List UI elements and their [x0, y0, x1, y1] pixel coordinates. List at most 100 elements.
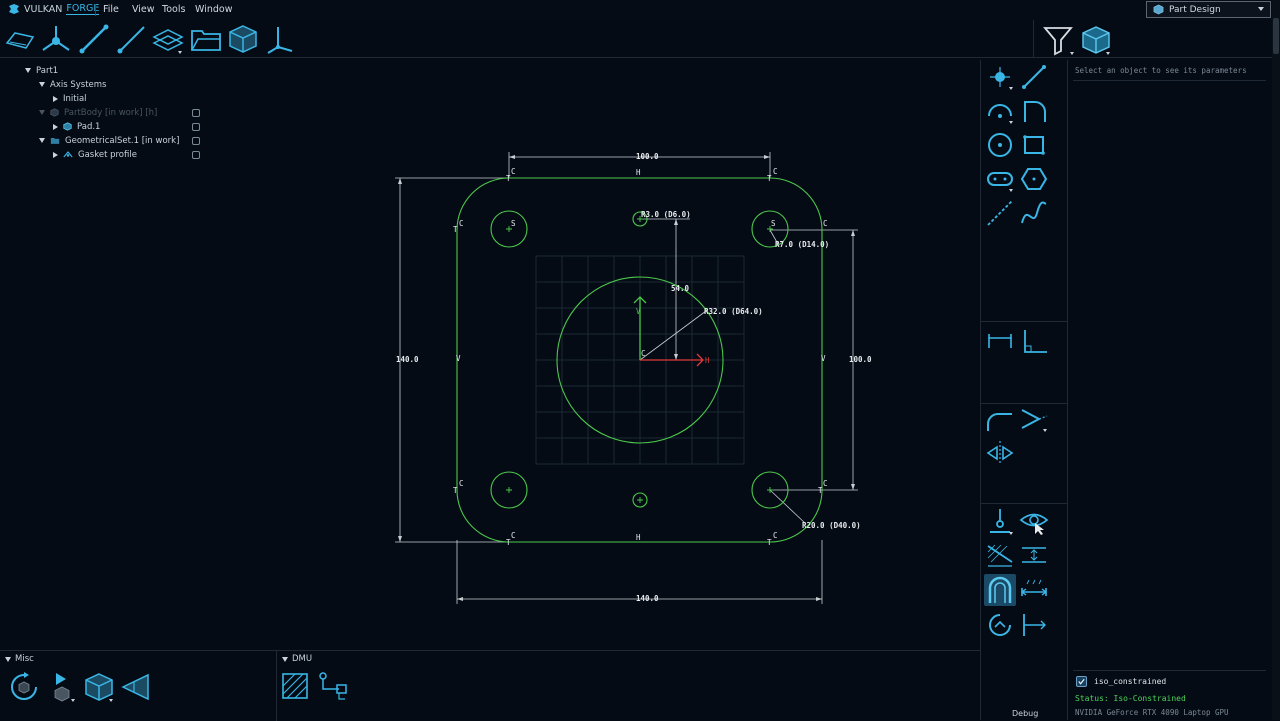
dim-right[interactable]: 100.0	[849, 355, 872, 364]
tree-item-axis-systems[interactable]: Axis Systems	[39, 78, 106, 91]
expand-icon[interactable]	[39, 138, 45, 143]
scrollbar-thumb[interactable]	[1273, 18, 1279, 54]
pad-icon	[63, 122, 72, 131]
collapse-icon[interactable]	[53, 95, 58, 102]
misc-header[interactable]: Misc	[5, 653, 34, 665]
visibility-checkbox[interactable]	[192, 137, 200, 145]
construction-line-icon[interactable]	[985, 198, 1015, 228]
mirror-icon[interactable]	[985, 438, 1015, 468]
dim-bottom[interactable]: 140.0	[636, 594, 659, 603]
plane-icon[interactable]	[152, 23, 184, 55]
parameters-panel: Select an object to see its parameters i…	[1068, 60, 1272, 720]
constraint-v: V	[821, 354, 826, 363]
visibility-checkbox[interactable]	[192, 109, 200, 117]
dimension-constraint-icon[interactable]	[985, 326, 1015, 356]
tree-item-pad[interactable]: Pad.1	[53, 120, 100, 133]
expand-icon[interactable]	[39, 110, 45, 115]
menu-window[interactable]: Window	[195, 4, 232, 15]
line-icon[interactable]	[1019, 62, 1049, 92]
menu-file[interactable]: File	[103, 4, 119, 15]
tree-item-initial[interactable]: Initial	[53, 92, 87, 105]
dim-top[interactable]: 100.0	[636, 152, 659, 161]
dim-left[interactable]: 140.0	[396, 355, 419, 364]
axis-system-icon[interactable]	[264, 23, 296, 55]
dmu-title: DMU	[292, 654, 313, 664]
rotate-icon[interactable]	[985, 610, 1015, 640]
constraint-c: C	[459, 479, 464, 488]
dim-vertical-offset[interactable]: 54.0	[671, 284, 690, 293]
solid-cube-icon[interactable]	[83, 671, 115, 703]
collapse-icon[interactable]	[53, 123, 58, 130]
arc-icon[interactable]	[985, 96, 1015, 126]
filter-icon[interactable]	[1042, 24, 1074, 56]
clash-check-icon[interactable]	[317, 671, 349, 703]
hatch-section-icon[interactable]	[280, 671, 312, 703]
collapse-icon[interactable]	[5, 656, 11, 662]
tree-item-geometrical-set[interactable]: GeometricalSet.1 [in work]	[39, 134, 179, 147]
constraint-c: C	[459, 219, 464, 228]
axis-v-label: V	[636, 307, 641, 316]
anchor-point-icon[interactable]	[985, 506, 1015, 536]
distance-icon[interactable]	[1019, 574, 1049, 604]
circle-icon[interactable]	[985, 130, 1015, 160]
polygon-icon[interactable]	[1019, 164, 1049, 194]
constraint-t: T	[818, 486, 823, 495]
corner-icon[interactable]	[1019, 96, 1049, 126]
menu-view[interactable]: View	[132, 4, 155, 15]
fillet-icon[interactable]	[985, 404, 1015, 434]
radius-center-hole[interactable]: R32.0 (D64.0)	[704, 307, 763, 316]
constraint-h: H	[636, 533, 641, 542]
update-icon[interactable]	[8, 671, 40, 703]
folder-icon[interactable]	[190, 23, 222, 55]
slope-icon[interactable]	[985, 540, 1015, 570]
spline-icon[interactable]	[1019, 198, 1049, 228]
tree-item-gasket[interactable]: Gasket profile	[53, 148, 137, 161]
simulate-icon[interactable]	[46, 671, 78, 703]
display-cube-icon[interactable]	[1080, 24, 1112, 56]
eye-icon[interactable]	[1019, 506, 1049, 536]
point-axis-icon[interactable]	[40, 23, 72, 55]
iso-constrained-checkbox[interactable]	[1076, 676, 1087, 687]
menu-tools[interactable]: Tools	[162, 4, 185, 15]
constraint-t: T	[453, 225, 458, 234]
constraint-c: C	[773, 531, 778, 540]
toolbar-divider	[1033, 20, 1034, 58]
dmu-header[interactable]: DMU	[282, 653, 312, 665]
point-icon[interactable]	[985, 62, 1015, 92]
line-icon[interactable]	[78, 23, 110, 55]
vertical-scrollbar[interactable]	[1272, 0, 1280, 720]
rectangle-icon[interactable]	[1019, 130, 1049, 160]
profile-u-icon[interactable]	[985, 575, 1015, 605]
visibility-checkbox[interactable]	[192, 151, 200, 159]
tree-label: Axis Systems	[50, 79, 107, 90]
dimension-lines	[395, 152, 858, 604]
slot-icon[interactable]	[985, 164, 1015, 194]
expand-icon[interactable]	[39, 82, 45, 87]
visibility-checkbox[interactable]	[192, 123, 200, 131]
radius-fillet[interactable]: R20.0 (D40.0)	[802, 521, 861, 530]
expand-icon[interactable]	[25, 68, 31, 73]
constraint-c: C	[823, 219, 828, 228]
trim-icon[interactable]	[1019, 404, 1049, 434]
divider	[1073, 670, 1266, 671]
extend-icon[interactable]	[1019, 610, 1049, 640]
radius-small-hole[interactable]: R3.0 (D6.0)	[641, 210, 691, 219]
tree-item-part[interactable]: Part1	[25, 64, 58, 77]
axis-line-icon[interactable]	[116, 23, 148, 55]
forge-logo-icon	[9, 4, 19, 14]
view-frustum-icon[interactable]	[120, 671, 152, 703]
tree-item-partbody[interactable]: PartBody [in work] [h]	[39, 106, 157, 119]
constraint-v: V	[456, 354, 461, 363]
offset-icon[interactable]	[1019, 540, 1049, 570]
constraint-tools-section	[981, 322, 1067, 404]
collapse-icon[interactable]	[53, 151, 58, 158]
sketch-canvas[interactable]: 100.0 140.0 140.0 100.0 54.0 R3.0 (D6.0)…	[380, 140, 900, 620]
workbench-select[interactable]: Part Design	[1146, 1, 1271, 18]
perpendicular-icon[interactable]	[1019, 326, 1049, 356]
collapse-icon[interactable]	[282, 656, 288, 662]
tree-label: Part1	[36, 65, 59, 76]
sketch-plane-icon[interactable]	[4, 23, 36, 55]
body-cube-icon[interactable]	[227, 23, 259, 55]
radius-corner-hole[interactable]: R7.0 (D14.0)	[775, 240, 829, 249]
debug-label[interactable]: Debug	[1012, 709, 1038, 718]
